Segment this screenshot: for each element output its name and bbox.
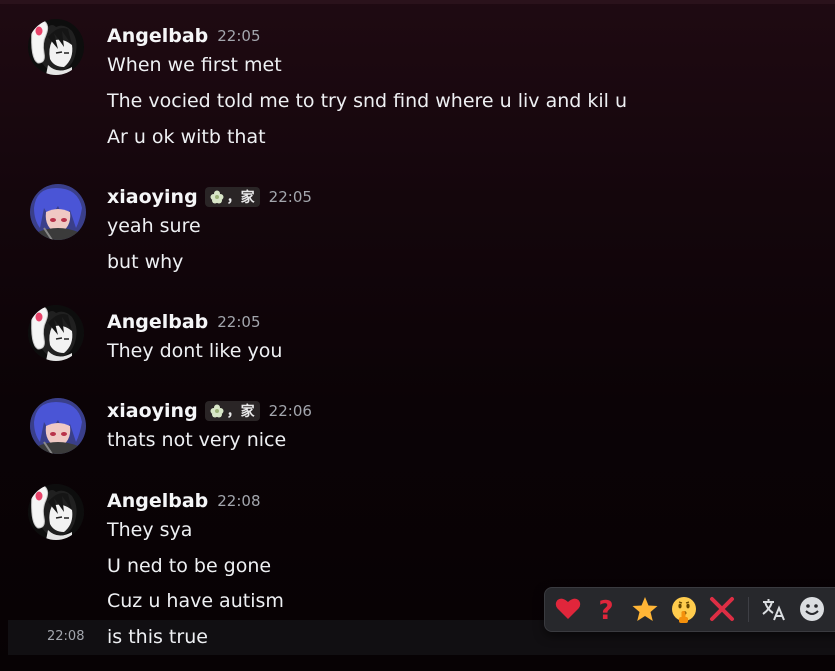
star-icon	[632, 597, 658, 621]
server-tag-text: ，家	[226, 190, 255, 206]
angelbab-avatar[interactable]	[28, 19, 84, 75]
top-divider	[0, 0, 835, 4]
angelbab-avatar[interactable]	[28, 484, 84, 540]
toolbar-divider	[748, 597, 749, 622]
question-mark-icon: ?	[598, 596, 613, 623]
message-hover-toolbar: ?	[544, 587, 835, 632]
flower-icon	[210, 190, 224, 204]
message-header: Angelbab 22:05	[107, 24, 261, 48]
smiley-add-reaction-icon	[800, 597, 824, 621]
message-header: xiaoying ，家 22:05	[107, 185, 312, 209]
xiaoying-avatar[interactable]	[30, 184, 86, 240]
message-text: thats not very nice	[107, 429, 287, 451]
shushing-face-icon	[672, 597, 696, 623]
message-text: When we first met	[107, 54, 282, 76]
shushing-face-reaction-button[interactable]	[669, 594, 699, 624]
star-reaction-button[interactable]	[630, 594, 660, 624]
cross-mark-reaction-button[interactable]	[707, 594, 737, 624]
svg-text:?: ?	[598, 596, 613, 623]
message-text: Cuz u have autism	[107, 590, 284, 612]
message-text: U ned to be gone	[107, 555, 272, 577]
heart-reaction-button[interactable]	[553, 594, 583, 624]
message-header: Angelbab 22:08	[107, 489, 261, 513]
server-tag[interactable]: ，家	[204, 187, 260, 207]
message-text: is this true	[107, 626, 208, 648]
translate-button[interactable]	[759, 594, 789, 624]
message-text: They dont like you	[107, 340, 283, 362]
heart-icon	[555, 598, 581, 619]
message-text: The vocied told me to try snd find where…	[107, 90, 628, 112]
cross-mark-icon	[710, 597, 734, 621]
username[interactable]: xiaoying	[107, 186, 198, 208]
message-header: Angelbab 22:05	[107, 310, 261, 334]
username[interactable]: xiaoying	[107, 400, 198, 422]
message-text: They sya	[107, 519, 193, 541]
hover-timestamp[interactable]: 22:08	[47, 629, 84, 644]
timestamp[interactable]: 22:06	[269, 402, 312, 420]
angelbab-avatar[interactable]	[28, 305, 84, 361]
timestamp[interactable]: 22:05	[217, 27, 260, 45]
message-text: yeah sure	[107, 215, 201, 237]
message-text: but why	[107, 251, 184, 273]
flower-icon	[210, 404, 224, 418]
message-header: xiaoying ，家 22:06	[107, 399, 312, 423]
translate-icon	[762, 599, 785, 621]
timestamp[interactable]: 22:05	[217, 313, 260, 331]
message-text: Ar u ok witb that	[107, 126, 266, 148]
question-reaction-button[interactable]: ?	[591, 594, 621, 624]
server-tag-text: ，家	[226, 404, 255, 420]
username[interactable]: Angelbab	[107, 25, 208, 47]
timestamp[interactable]: 22:08	[217, 492, 260, 510]
username[interactable]: Angelbab	[107, 490, 208, 512]
timestamp[interactable]: 22:05	[269, 188, 312, 206]
add-reaction-button[interactable]	[797, 594, 827, 624]
server-tag[interactable]: ，家	[204, 401, 260, 421]
username[interactable]: Angelbab	[107, 311, 208, 333]
xiaoying-avatar[interactable]	[30, 398, 86, 454]
